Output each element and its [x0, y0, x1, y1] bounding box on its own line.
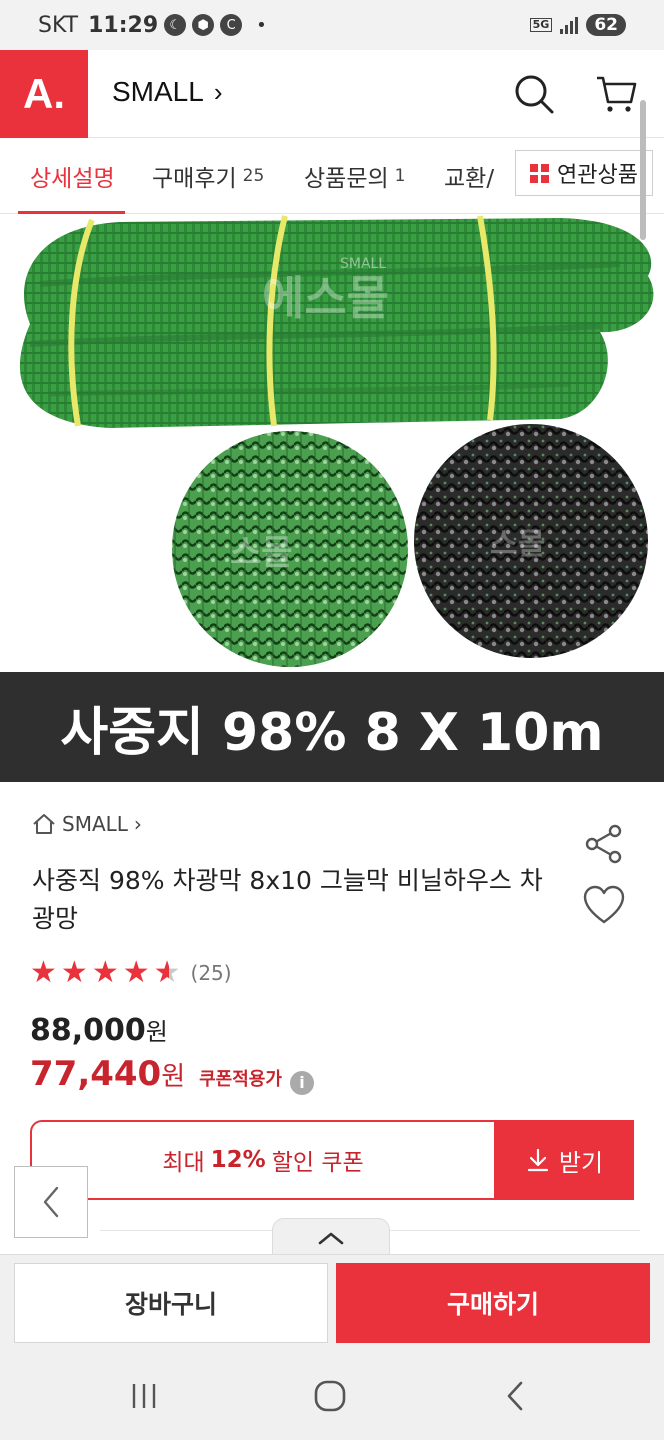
detail-tabs: 상세설명 구매후기 25 상품문의 1 교환/ 연관상품	[0, 138, 664, 215]
recent-apps-icon[interactable]	[122, 1374, 166, 1418]
status-bar: SKT 11:29 ☾ ⬢ C • 5G 62	[0, 0, 664, 50]
app-header: A. SMALL ›	[0, 50, 664, 138]
sale-price-unit: 원	[161, 1062, 186, 1092]
coupon-percent: 12%	[210, 1147, 266, 1173]
star-icon: ★	[30, 955, 57, 990]
chevron-right-icon: ›	[133, 812, 142, 836]
heart-icon[interactable]	[582, 884, 626, 928]
tab-label: 상품문의	[304, 166, 389, 192]
original-price-unit: 원	[145, 1018, 168, 1046]
review-count: (25)	[190, 961, 232, 985]
sale-price: 77,440 원 쿠폰적용가 i	[30, 1054, 314, 1095]
tab-exchange[interactable]: 교환/	[444, 138, 494, 214]
star-icon: ★	[91, 955, 119, 990]
hexagon-icon: ⬢	[192, 14, 215, 36]
star-icon: ★	[60, 955, 88, 990]
grid-icon	[530, 163, 550, 183]
related-products-label: 연관상품	[557, 163, 638, 188]
system-nav-bar	[0, 1352, 664, 1440]
tab-details[interactable]: 상세설명	[18, 138, 125, 215]
network-type: 5G	[529, 18, 553, 32]
clock: 11:29	[88, 12, 159, 38]
brand-name: SMALL	[62, 812, 128, 836]
star-icon: ★	[122, 955, 150, 990]
related-products-button[interactable]: 연관상품	[515, 150, 653, 196]
expand-handle[interactable]	[272, 1218, 390, 1256]
scrollbar[interactable]	[640, 100, 646, 240]
download-icon	[527, 1148, 549, 1172]
add-to-cart-button[interactable]: 장바구니	[14, 1263, 328, 1343]
tab-inquiries[interactable]: 상품문의 1	[304, 138, 405, 214]
purchase-bar: 장바구니 구매하기	[0, 1254, 664, 1352]
battery-level: 62	[586, 14, 626, 36]
back-button[interactable]	[14, 1166, 88, 1238]
product-title: 사중직 98% 차광막 8x10 그늘막 비닐하우스 차광망	[32, 866, 543, 933]
store-name-link[interactable]: SMALL ›	[112, 76, 223, 108]
coupon-download-button[interactable]: 받기	[496, 1120, 634, 1200]
status-right: 5G 62	[529, 14, 626, 36]
store-logo[interactable]: A.	[0, 50, 88, 138]
shade-net-illustration: SMALL 에스몰 스몰 스몰	[19, 215, 654, 667]
store-name: SMALL	[112, 76, 204, 107]
back-nav-icon[interactable]	[494, 1374, 538, 1418]
buy-now-button[interactable]: 구매하기	[336, 1263, 650, 1343]
original-price: 88,000원	[30, 1012, 168, 1048]
home-button-icon[interactable]	[308, 1374, 352, 1418]
tab-reviews[interactable]: 구매후기 25	[152, 138, 264, 214]
coupon-download-label: 받기	[558, 1148, 604, 1177]
original-price-value: 88,000	[30, 1013, 146, 1048]
share-icon[interactable]	[582, 822, 626, 866]
tab-label: 교환/	[444, 166, 495, 192]
moon-icon: ☾	[164, 14, 187, 36]
tab-label: 상세설명	[30, 166, 115, 192]
chevron-right-icon: ›	[213, 76, 223, 107]
coupon-prefix: 최대	[162, 1150, 205, 1176]
sale-price-value: 77,440	[30, 1054, 162, 1094]
tab-count: 25	[242, 166, 265, 186]
product-image[interactable]: SMALL 에스몰 스몰 스몰	[0, 214, 664, 672]
coupon-applied-note: 쿠폰적용가	[199, 1069, 282, 1090]
signal-icon	[560, 16, 579, 34]
watermark: SMALL	[340, 256, 386, 272]
svg-text:에스몰: 에스몰	[262, 271, 389, 325]
carrier-label: SKT	[38, 12, 79, 38]
svg-text:스몰: 스몰	[490, 527, 545, 562]
brand-link[interactable]: SMALL ›	[32, 812, 142, 836]
half-star-icon: ★	[153, 955, 181, 990]
home-icon	[33, 814, 55, 834]
info-icon[interactable]: i	[289, 1070, 314, 1095]
chevron-up-icon	[318, 1232, 344, 1244]
coupon-suffix: 할인 쿠폰	[271, 1150, 364, 1176]
cart-icon[interactable]	[594, 72, 638, 116]
coupon-banner[interactable]: 최대 12% 할인 쿠폰	[30, 1120, 496, 1200]
product-spec-banner: 사중지 98% 8 X 10m	[0, 672, 664, 782]
svg-text:스몰: 스몰	[230, 533, 293, 573]
notification-dot-icon: •	[256, 14, 267, 36]
c-icon: C	[220, 14, 243, 36]
rating[interactable]: ★ ★ ★ ★ ★ (25)	[30, 956, 232, 990]
tab-label: 구매후기	[152, 166, 237, 192]
search-icon[interactable]	[512, 72, 556, 116]
tab-count: 1	[394, 166, 406, 186]
chevron-left-icon	[43, 1186, 59, 1218]
